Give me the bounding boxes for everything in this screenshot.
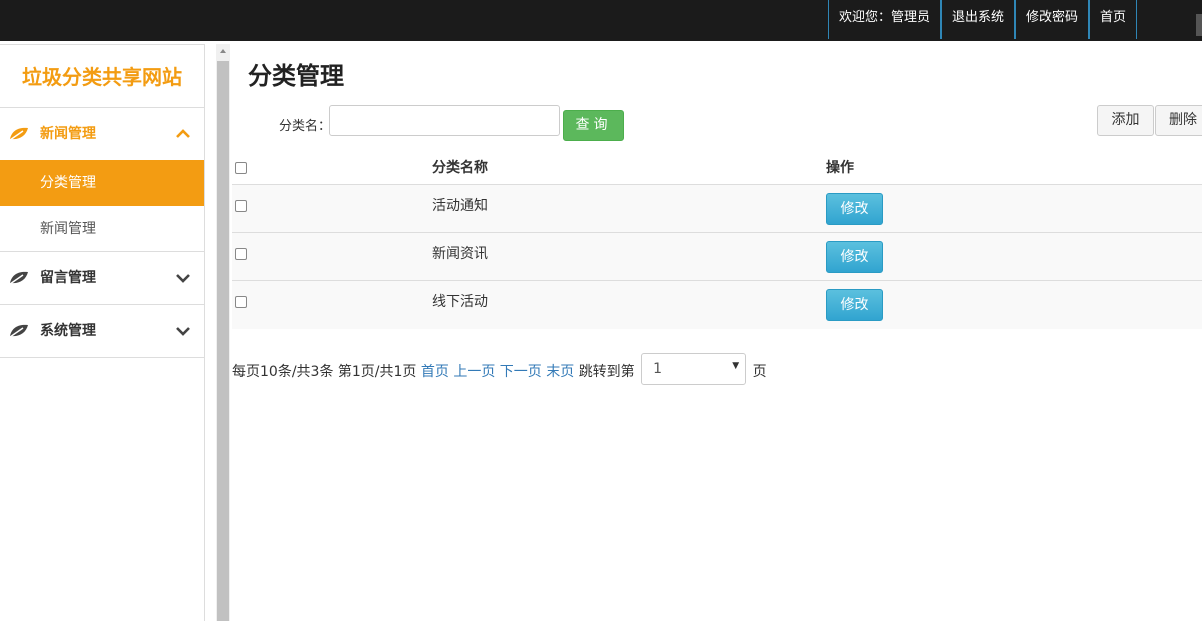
- top-bar: 欢迎您：管理员 退出系统 修改密码 首页: [0, 0, 1202, 41]
- edit-button[interactable]: 修改: [826, 241, 883, 273]
- query-button[interactable]: 查询: [563, 110, 624, 141]
- scrollbar-thumb[interactable]: [217, 61, 229, 621]
- table-header-row: 分类名称 操作: [232, 144, 1202, 185]
- caret-down-icon: ▼: [732, 361, 740, 371]
- prev-page-link[interactable]: 上一页: [453, 364, 495, 380]
- pagination-summary: 每页10条/共3条 第1页/共1页: [232, 364, 417, 380]
- sidebar-group-label: 留言管理: [40, 270, 96, 286]
- select-all-checkbox[interactable]: [235, 162, 247, 174]
- first-page-link[interactable]: 首页: [421, 364, 449, 380]
- row-checkbox[interactable]: [235, 200, 247, 212]
- edit-button[interactable]: 修改: [826, 289, 883, 321]
- leaf-icon: [9, 271, 28, 285]
- sidebar-item-category-management[interactable]: 分类管理: [0, 160, 204, 206]
- category-name-cell: 新闻资讯: [432, 246, 488, 262]
- edit-button[interactable]: 修改: [826, 193, 883, 225]
- sidebar: 垃圾分类共享网站 新闻管理 分类管理 新闻管理 留言管理 系统管理: [0, 44, 205, 621]
- table-row: 活动通知 修改: [232, 185, 1202, 233]
- pagination: 每页10条/共3条 第1页/共1页 首页 上一页 下一页 末页 跳转到第 1 ▼…: [232, 353, 767, 385]
- sidebar-group-system[interactable]: 系统管理: [0, 305, 204, 358]
- last-page-link[interactable]: 末页: [546, 364, 574, 380]
- welcome-text: 欢迎您：管理员: [828, 0, 942, 39]
- site-brand: 垃圾分类共享网站: [0, 45, 204, 108]
- category-name-cell: 线下活动: [432, 294, 488, 310]
- delete-button[interactable]: 删除: [1155, 105, 1202, 136]
- page-suffix-label: 页: [752, 364, 767, 380]
- window-corner: [1196, 14, 1202, 36]
- main-content: 分类管理 分类名： 查询 添加 删除 分类名称 操作 活动通知 修改 新闻资讯 …: [232, 41, 1202, 621]
- sidebar-group-messages[interactable]: 留言管理: [0, 252, 204, 305]
- category-name-cell: 活动通知: [432, 198, 488, 214]
- leaf-icon: [9, 324, 28, 338]
- jump-to-label: 跳转到第: [578, 364, 635, 380]
- row-checkbox[interactable]: [235, 296, 247, 308]
- chevron-down-icon: [176, 274, 190, 283]
- category-name-label: 分类名：: [279, 119, 332, 134]
- chevron-up-icon: [176, 129, 190, 138]
- sidebar-item-news-management[interactable]: 新闻管理: [0, 206, 204, 252]
- logout-link[interactable]: 退出系统: [941, 0, 1016, 39]
- add-button[interactable]: 添加: [1097, 105, 1154, 136]
- category-name-input[interactable]: [329, 105, 560, 136]
- column-header-category-name: 分类名称: [432, 160, 488, 176]
- sidebar-group-news[interactable]: 新闻管理: [0, 108, 204, 160]
- sidebar-group-label: 系统管理: [40, 323, 96, 339]
- table-row: 新闻资讯 修改: [232, 233, 1202, 281]
- column-header-actions: 操作: [826, 160, 854, 176]
- page-select[interactable]: 1 ▼: [641, 353, 747, 385]
- chevron-down-icon: [176, 327, 190, 336]
- top-nav: 欢迎您：管理员 退出系统 修改密码 首页: [828, 0, 1138, 39]
- scroll-up-arrow-icon[interactable]: [216, 44, 230, 60]
- leaf-icon: [9, 127, 28, 141]
- page-select-value: 1: [653, 361, 663, 377]
- next-page-link[interactable]: 下一页: [500, 364, 542, 380]
- table-row: 线下活动 修改: [232, 281, 1202, 329]
- category-table: 分类名称 操作 活动通知 修改 新闻资讯 修改 线下活动 修改: [232, 144, 1202, 329]
- change-password-link[interactable]: 修改密码: [1015, 0, 1090, 39]
- home-link[interactable]: 首页: [1089, 0, 1138, 39]
- sidebar-group-label: 新闻管理: [40, 126, 96, 142]
- vertical-scrollbar[interactable]: [216, 44, 230, 621]
- row-checkbox[interactable]: [235, 248, 247, 260]
- page-title: 分类管理: [248, 62, 344, 90]
